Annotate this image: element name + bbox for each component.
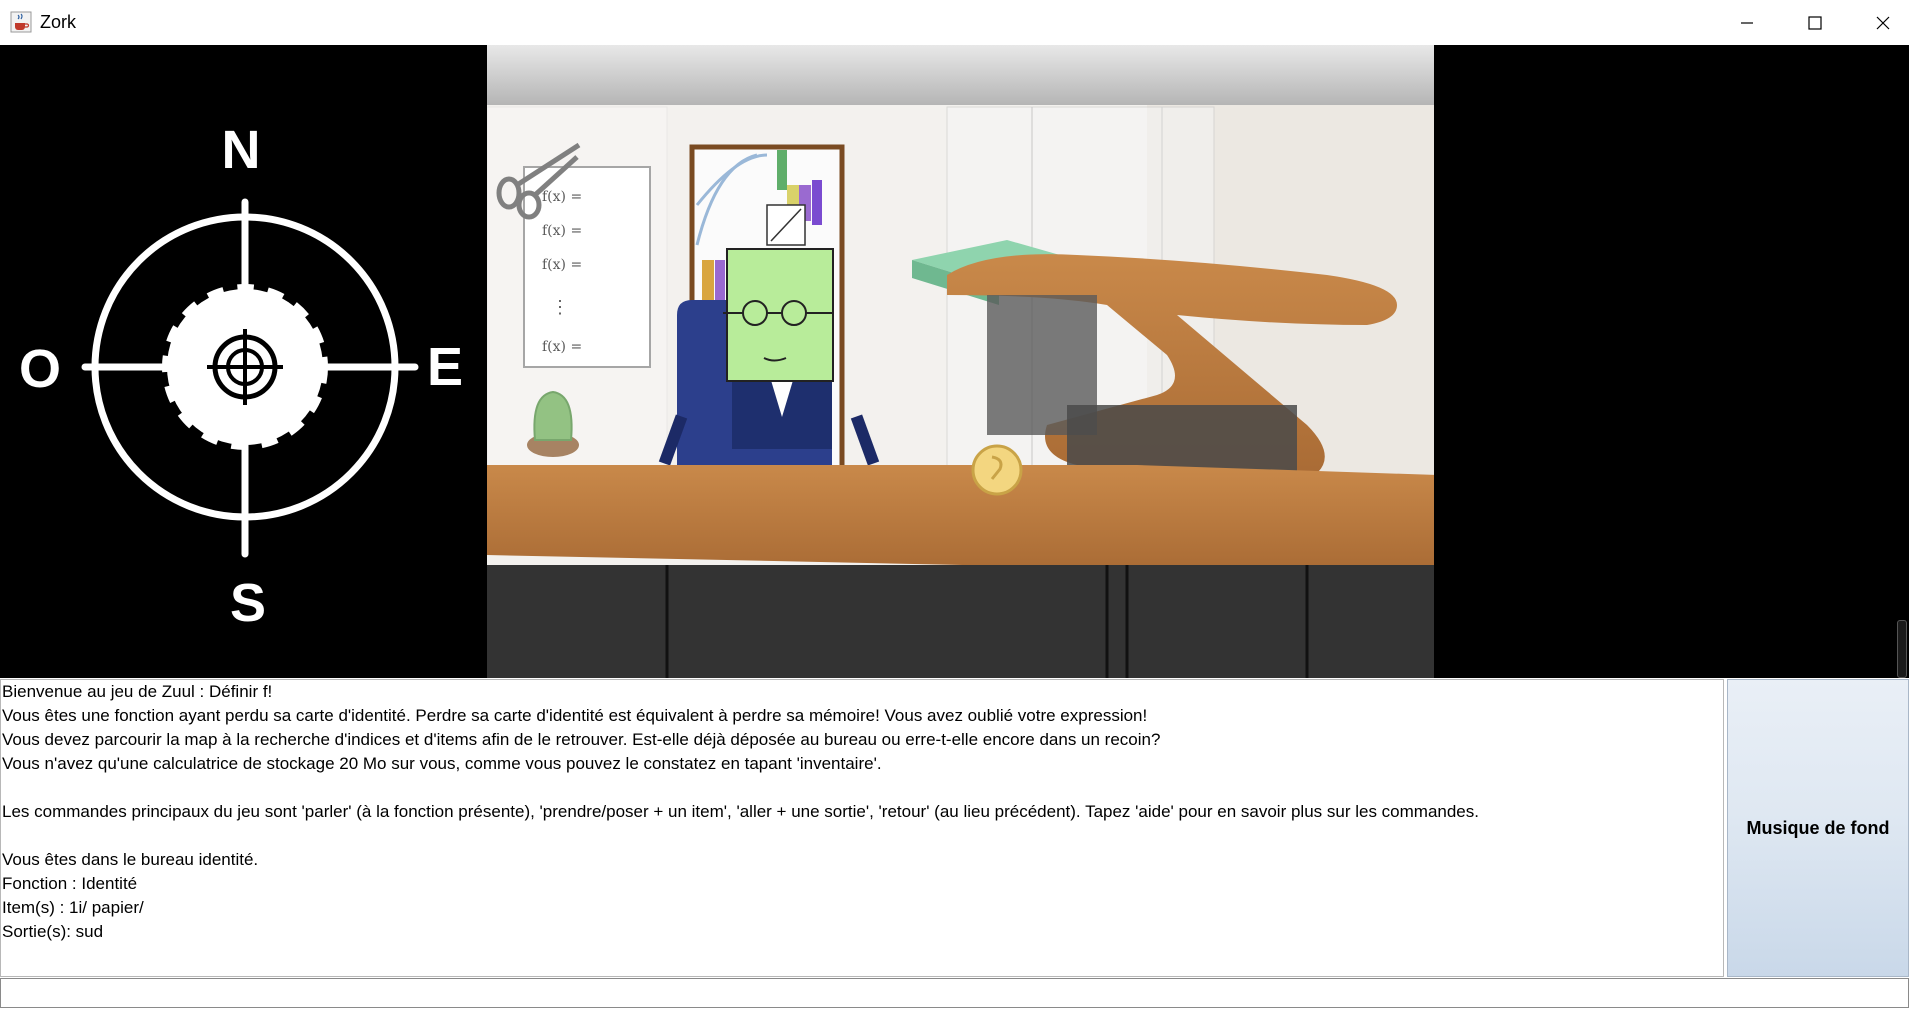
close-button[interactable] [1849,0,1909,45]
minimize-button[interactable] [1713,0,1781,45]
log-line: Vous êtes une fonction ayant perdu sa ca… [2,706,1148,725]
music-button-label: Musique de fond [1746,817,1890,838]
compass-south-label: S [230,573,266,633]
game-log-panel: Bienvenue au jeu de Zuul : Définir f! Vo… [0,679,1724,977]
minimize-icon [1741,21,1753,24]
window-title: Zork [40,12,76,32]
log-line: Vous êtes dans le bureau identité. [2,850,259,869]
maximize-button[interactable] [1781,0,1849,45]
compass-north-label: N [222,120,261,180]
log-line: Les commandes principaux du jeu sont 'pa… [2,802,1479,821]
volume-indicator [1897,620,1907,678]
log-line: Vous n'avez qu'une calculatrice de stock… [2,754,882,773]
maximize-icon [1808,15,1822,30]
room-scene-image: f(x) = f(x) = f(x) = ⋮ f(x) = [487,45,1434,678]
log-line: Bienvenue au jeu de Zuul : Définir f! [2,682,273,701]
compass-map: N S E O [0,45,487,678]
log-line: Vous devez parcourir la map à la recherc… [2,730,1161,749]
gear-compass-icon [162,284,328,450]
log-line: Sortie(s): sud [2,922,104,941]
close-icon [1876,16,1890,29]
compass-east-label: E [427,337,463,397]
command-input[interactable] [0,978,1909,1008]
log-line: Fonction : Identité [2,874,138,893]
coin-item [971,444,1023,496]
game-view: N S E O f(x) = f(x) = f(x) = ⋮ f(x) = [0,45,1909,678]
java-coffee-cup-icon [10,11,32,33]
title-bar: Zork [0,0,1909,46]
background-music-button[interactable]: Musique de fond [1727,679,1909,977]
log-line: Item(s) : 1i/ papier/ [2,898,144,917]
compass-west-label: O [19,339,61,399]
